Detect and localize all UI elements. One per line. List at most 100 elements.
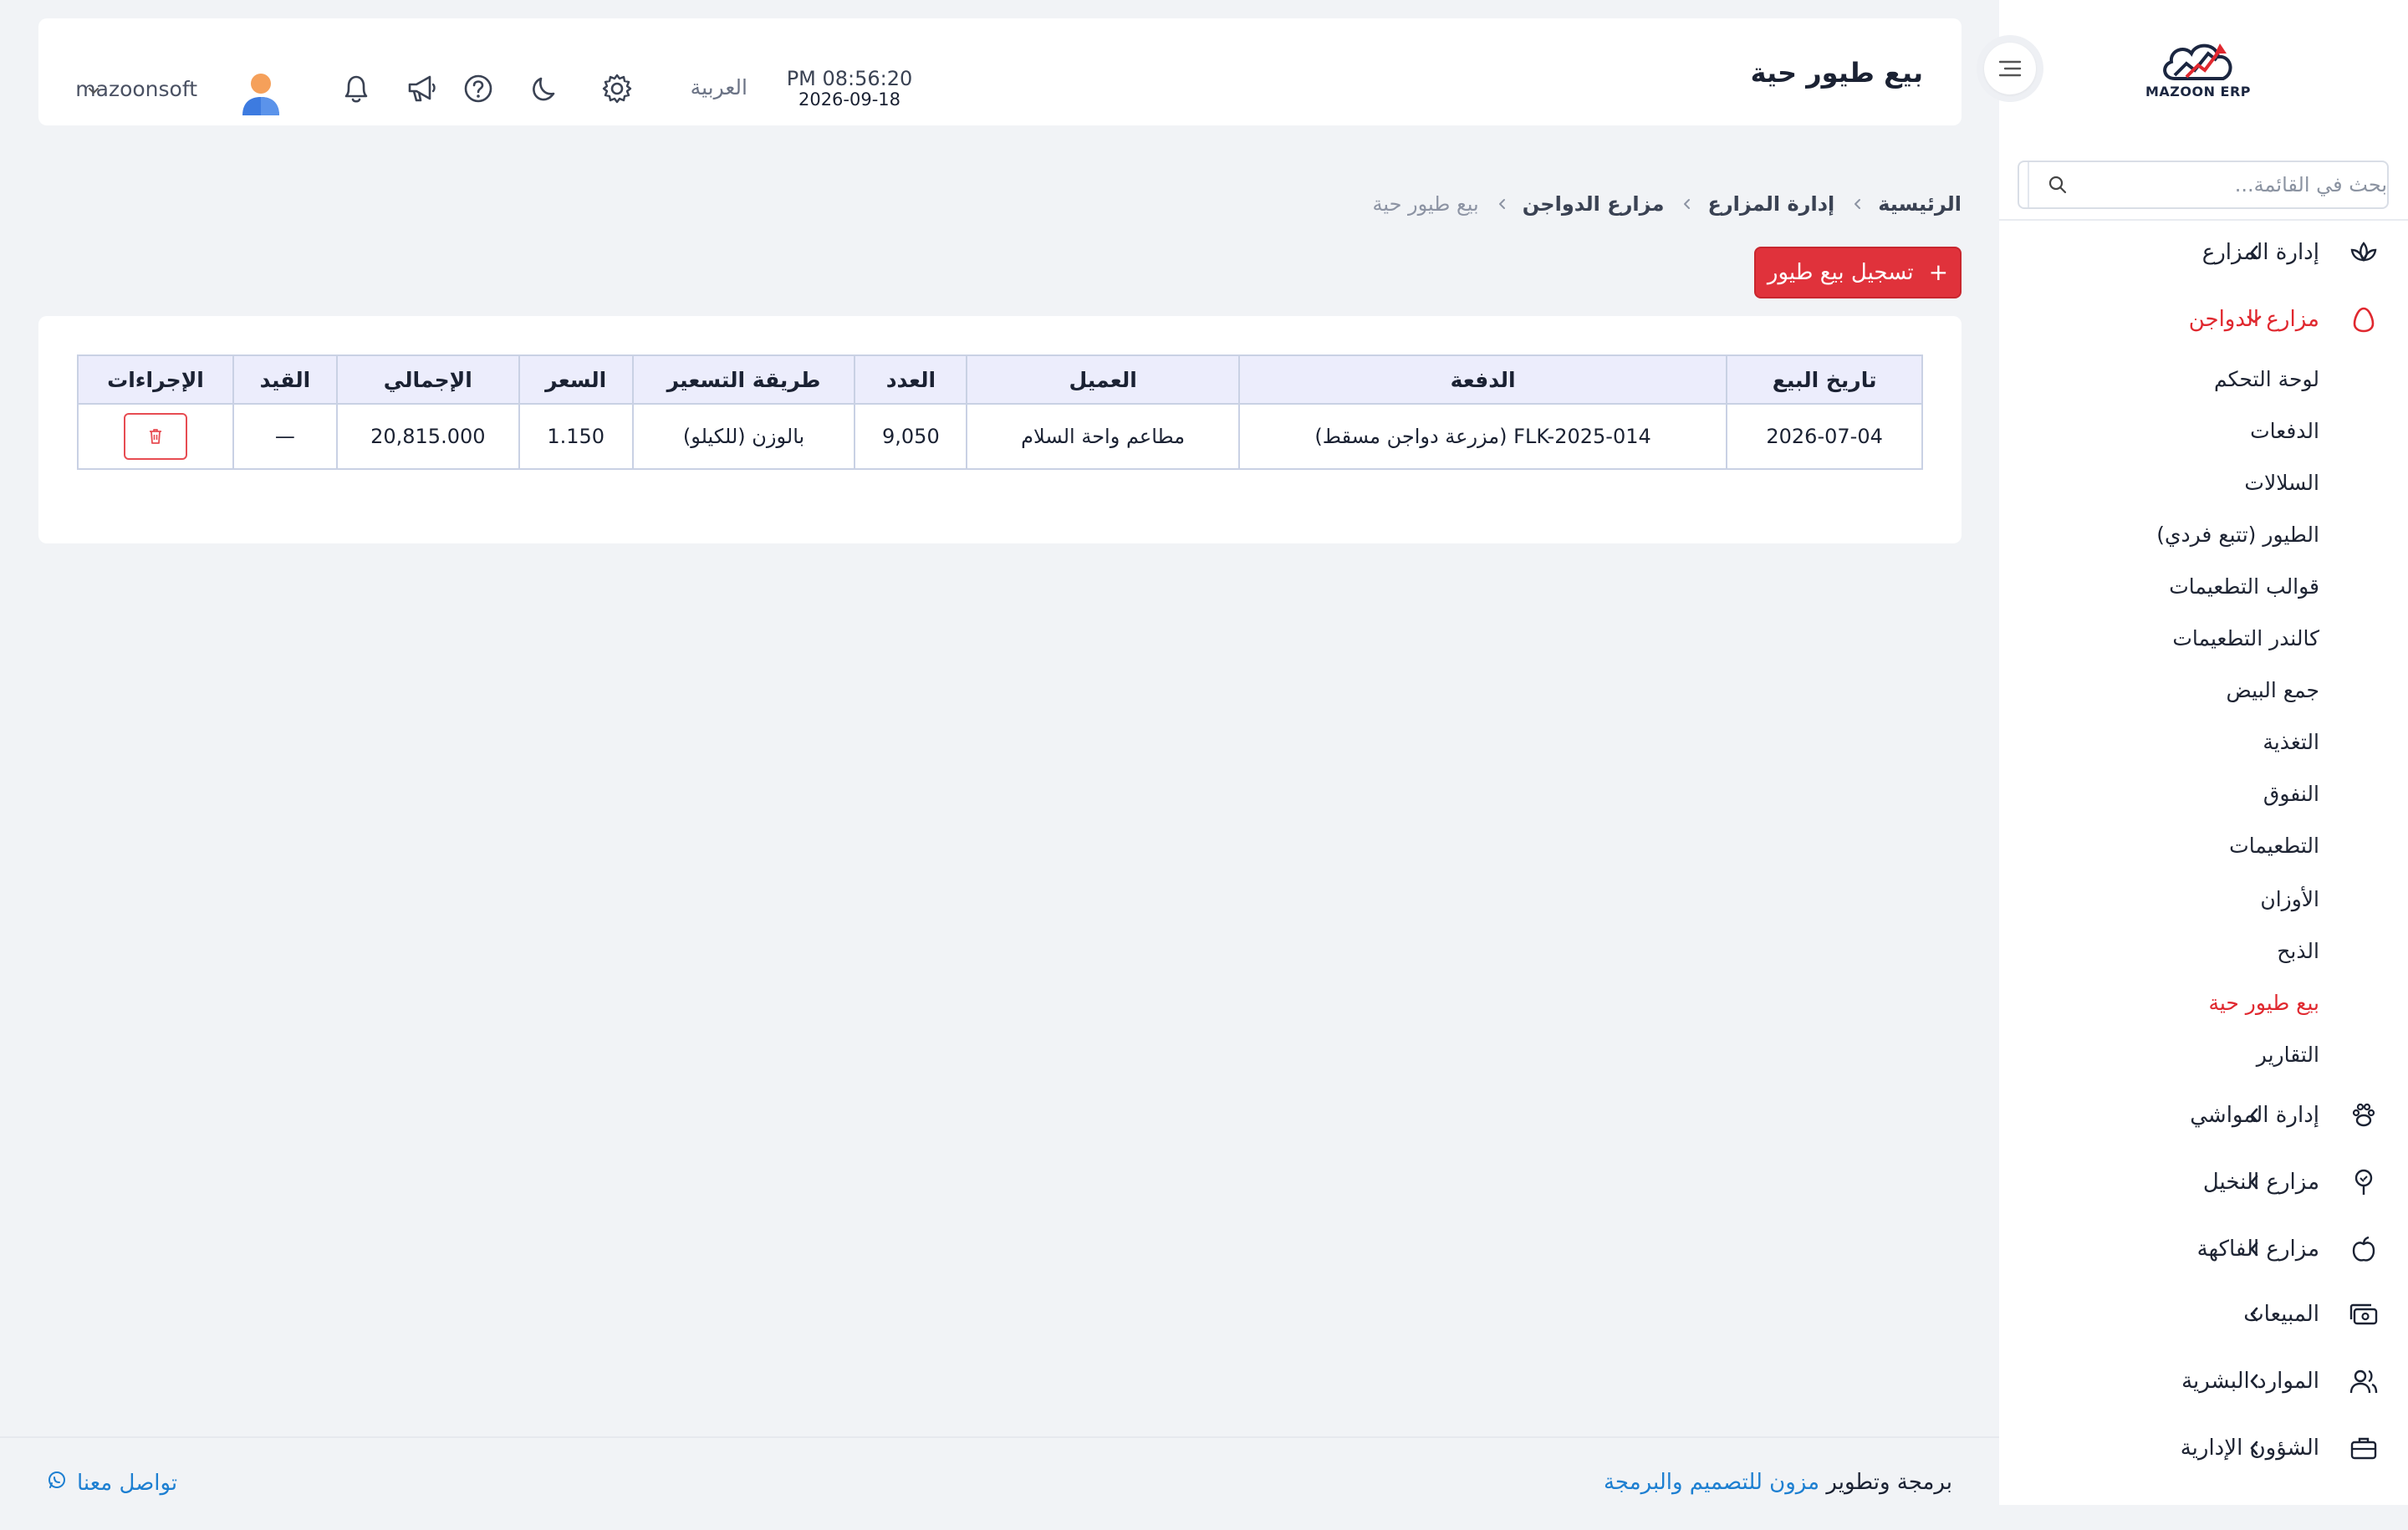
- apple-icon: [2348, 1233, 2380, 1265]
- sidebar-subitem-slaughter[interactable]: الذبح: [2277, 935, 2319, 968]
- breadcrumb-current: بيع طيور حية: [1372, 192, 1479, 216]
- sidebar-toggle-button[interactable]: [1977, 35, 2043, 102]
- cell-sale-date: 2026-07-04: [1726, 403, 1923, 470]
- contact-us-label: تواصل معنا: [77, 1470, 178, 1496]
- footer-company-link[interactable]: مزون للتصميم والبرمجة: [1604, 1470, 1819, 1495]
- sidebar-subitem-reports[interactable]: التقارير: [2257, 1038, 2319, 1072]
- footer-credit-prefix: برمجة وتطوير: [1826, 1470, 1952, 1495]
- cell-count: 9,050: [854, 403, 968, 470]
- col-price: السعر: [518, 354, 634, 405]
- sidebar: MAZOON ERP إدارة المزارع مزارع الدواجن ل…: [1999, 0, 2408, 1505]
- sales-table-card: تاريخ البيع الدفعة العميل العدد طريقة ال…: [38, 316, 1962, 543]
- search-icon[interactable]: [2028, 162, 2086, 207]
- page-title: بيع طيور حية: [1750, 57, 1923, 89]
- gear-icon[interactable]: [599, 70, 635, 107]
- add-button-label: تسجيل بيع طيور: [1767, 260, 1914, 285]
- chevron-left-icon: [2242, 1103, 2267, 1128]
- sidebar-item-livestock[interactable]: إدارة المواشي: [1999, 1089, 2408, 1142]
- sidebar-search: [2018, 161, 2389, 209]
- chevron-left-icon: [1849, 197, 1863, 211]
- moon-icon[interactable]: [527, 70, 564, 107]
- chevron-down-icon: [2242, 307, 2267, 332]
- sidebar-subitem-weights[interactable]: الأوزان: [2260, 883, 2319, 916]
- col-pricing-method: طريقة التسعير: [631, 354, 856, 405]
- farm-plant-icon: [2348, 237, 2380, 268]
- chevron-left-icon: [1494, 197, 1508, 211]
- live-bird-sales-table: تاريخ البيع الدفعة العميل العدد طريقة ال…: [77, 354, 1923, 470]
- bell-icon[interactable]: [338, 70, 375, 107]
- app-logo[interactable]: MAZOON ERP: [2144, 35, 2252, 110]
- sidebar-item-poultry-farms[interactable]: مزارع الدواجن: [1999, 293, 2408, 346]
- sidebar-item-palm-farms[interactable]: مزارع النخيل: [1999, 1155, 2408, 1209]
- cash-icon: [2348, 1298, 2380, 1330]
- cell-pricing-method: بالوزن (للكيلو): [631, 403, 856, 470]
- cell-price: 1.150: [518, 403, 634, 470]
- breadcrumb: الرئيسية إدارة المزارع مزارع الدواجن بيع…: [1372, 192, 1962, 216]
- top-header: بيع طيور حية PM 08:56:20 2026-09-18 العر…: [38, 18, 1962, 125]
- help-icon[interactable]: [460, 70, 497, 107]
- table-header-row: تاريخ البيع الدفعة العميل العدد طريقة ال…: [77, 354, 1923, 405]
- cell-total: 20,815.000: [335, 403, 520, 470]
- sidebar-subitem-dashboard[interactable]: لوحة التحكم: [2214, 363, 2319, 396]
- breadcrumb-farm-management[interactable]: إدارة المزارع: [1707, 192, 1834, 216]
- menu-icon: [1998, 60, 2022, 77]
- megaphone-icon[interactable]: [403, 70, 440, 107]
- add-live-bird-sale-button[interactable]: + تسجيل بيع طيور: [1754, 247, 1962, 298]
- col-total: الإجمالي: [335, 354, 520, 405]
- sidebar-subitem-breeds[interactable]: السلالات: [2244, 467, 2319, 500]
- sidebar-item-human-resources[interactable]: الموارد البشرية: [1999, 1354, 2408, 1408]
- col-entry: القيد: [232, 354, 338, 405]
- sidebar-subitem-egg-collection[interactable]: جمع البيض: [2227, 674, 2319, 707]
- chevron-left-icon: [2242, 1369, 2267, 1394]
- chevron-left-icon: [2242, 240, 2267, 265]
- col-customer: العميل: [966, 354, 1240, 405]
- sidebar-subitem-vaccination-templates[interactable]: قوالب التطعيمات: [2169, 570, 2319, 604]
- clock-date: 2026-09-18: [798, 89, 901, 110]
- briefcase-icon: [2348, 1432, 2380, 1464]
- sidebar-subitem-vaccination-calendar[interactable]: كالندر التطعيمات: [2172, 622, 2319, 655]
- palm-tree-icon: [2348, 1166, 2380, 1198]
- cell-entry: —: [232, 403, 338, 470]
- col-batch: الدفعة: [1237, 354, 1728, 405]
- clock-time: PM 08:56:20: [786, 67, 913, 90]
- sidebar-subitem-batches[interactable]: الدفعات: [2250, 415, 2319, 448]
- clock: PM 08:56:20 2026-09-18: [783, 67, 916, 109]
- sidebar-subitem-birds-tracking[interactable]: الطيور (تتبع فردي): [2156, 518, 2319, 552]
- sidebar-divider: [1999, 219, 2408, 221]
- col-sale-date: تاريخ البيع: [1726, 354, 1923, 405]
- chevron-left-icon: [2242, 1302, 2267, 1327]
- language-switch[interactable]: العربية: [691, 75, 747, 99]
- brand-name: MAZOON ERP: [2145, 84, 2252, 99]
- sidebar-search-input[interactable]: [2086, 173, 2387, 196]
- whatsapp-icon: [47, 1470, 67, 1496]
- users-icon: [2348, 1365, 2380, 1397]
- plus-icon: +: [1928, 258, 1949, 286]
- logo-cloud-icon: [2163, 43, 2232, 80]
- chevron-left-icon: [2242, 1170, 2267, 1195]
- paw-icon: [2348, 1099, 2380, 1131]
- sidebar-subitem-vaccinations[interactable]: التطعيمات: [2229, 829, 2319, 863]
- sidebar-item-fruit-farms[interactable]: مزارع الفاكهة: [1999, 1222, 2408, 1276]
- breadcrumb-poultry-farms[interactable]: مزارع الدواجن: [1523, 192, 1665, 216]
- sidebar-subitem-mortality[interactable]: النفوق: [2263, 778, 2319, 811]
- sidebar-item-administrative-affairs[interactable]: الشؤون الإدارية: [1999, 1421, 2408, 1475]
- sidebar-item-sales[interactable]: المبيعات: [1999, 1288, 2408, 1341]
- chevron-down-icon[interactable]: [85, 82, 102, 99]
- footer-credit: برمجة وتطوير مزون للتصميم والبرمجة: [1604, 1470, 1952, 1495]
- table-row: 2026-07-04 FLK-2025-014 (مزرعة دواجن مسق…: [77, 403, 1923, 470]
- sidebar-subitem-feeding[interactable]: التغذية: [2263, 726, 2319, 759]
- trash-icon: [149, 429, 161, 444]
- egg-icon: [2348, 303, 2380, 335]
- contact-us-link[interactable]: تواصل معنا: [47, 1470, 177, 1496]
- chevron-left-icon: [2242, 1436, 2267, 1461]
- delete-button[interactable]: [123, 413, 187, 460]
- cell-batch: FLK-2025-014 (مزرعة دواجن مسقط): [1237, 403, 1728, 470]
- avatar[interactable]: [239, 70, 283, 117]
- breadcrumb-home[interactable]: الرئيسية: [1878, 192, 1962, 216]
- footer-divider: [0, 1436, 1999, 1438]
- cell-actions: [77, 403, 234, 470]
- sidebar-item-farm-management[interactable]: إدارة المزارع: [1999, 226, 2408, 279]
- col-actions: الإجراءات: [77, 354, 234, 405]
- sidebar-subitem-live-bird-sales[interactable]: بيع طيور حية: [2208, 987, 2319, 1020]
- chevron-left-icon: [1679, 197, 1692, 211]
